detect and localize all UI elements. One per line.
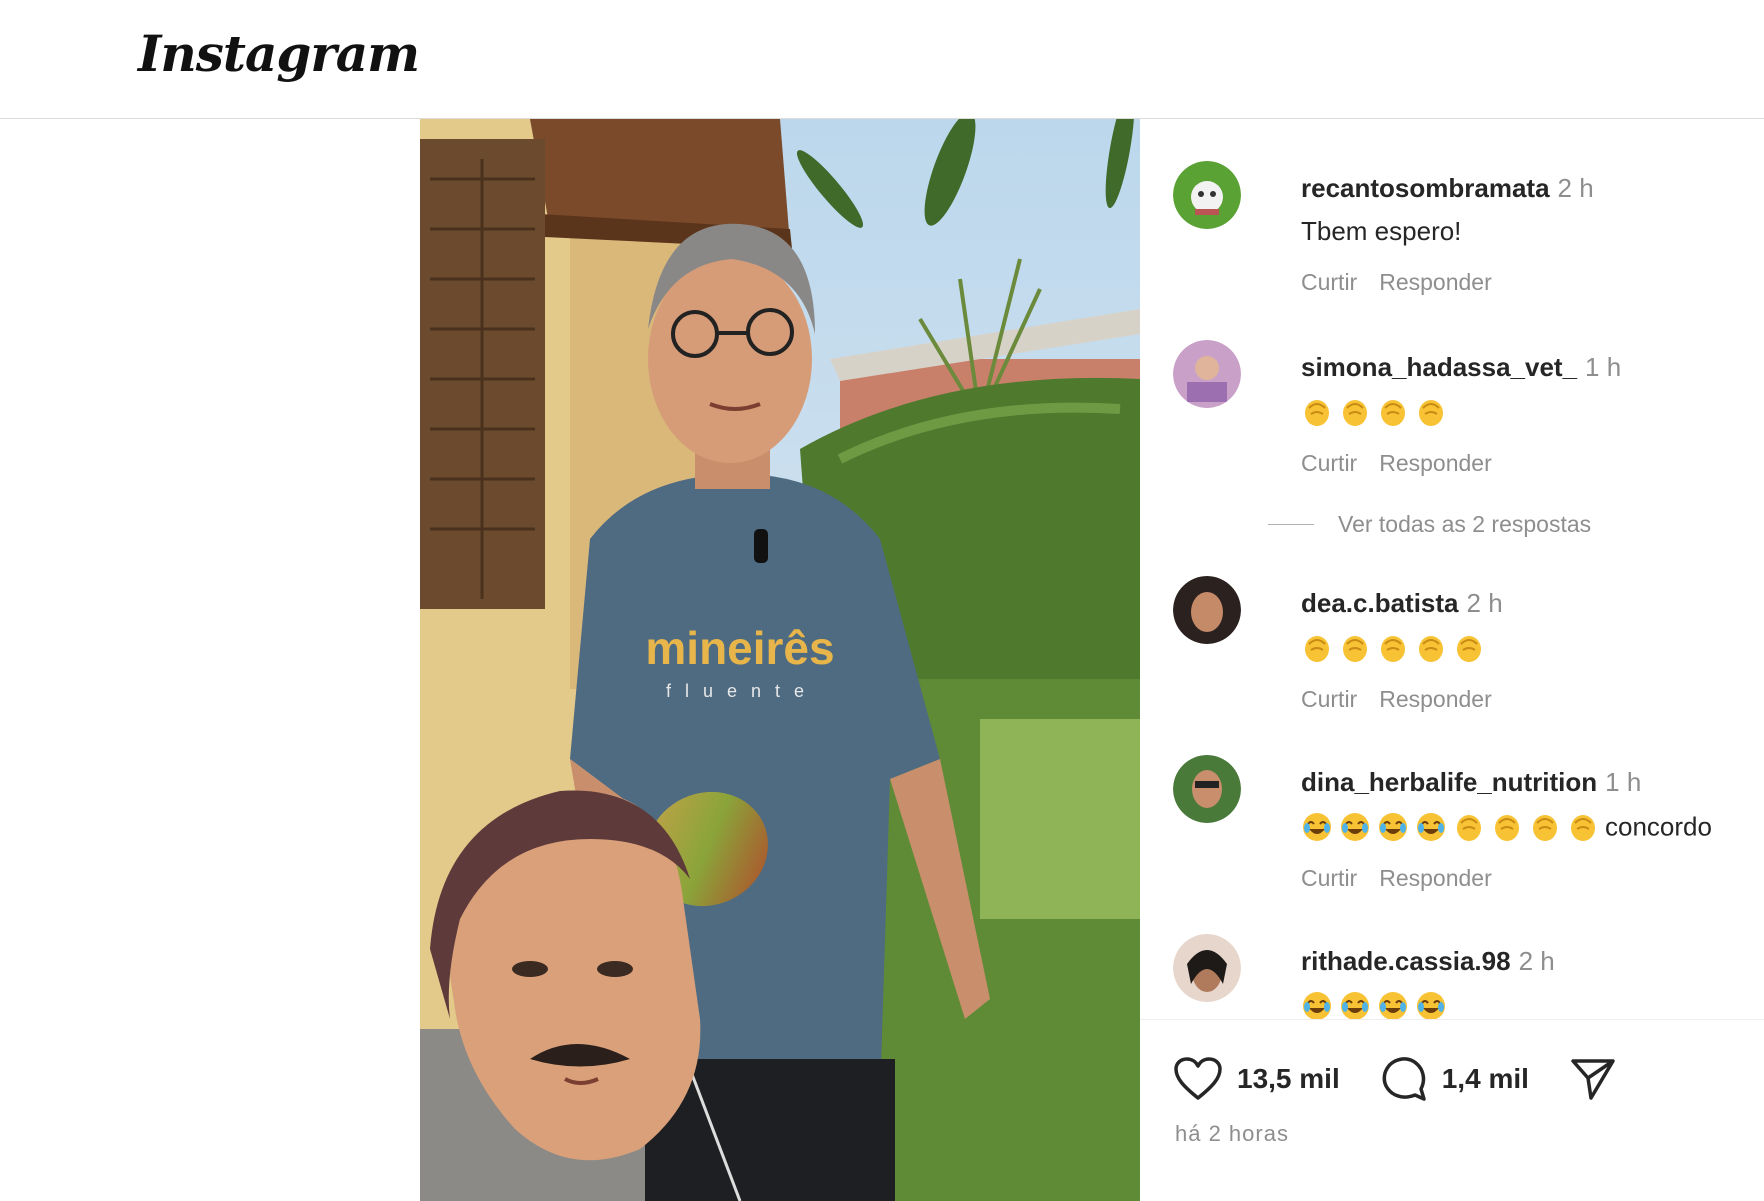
reply-button[interactable]: Responder — [1379, 269, 1492, 295]
clapping-hands-icon — [1457, 636, 1481, 663]
clapping-hands-icon — [1571, 815, 1595, 842]
reply-button[interactable]: Responder — [1379, 450, 1492, 476]
clapping-hands-icon — [1533, 815, 1557, 842]
share-icon[interactable] — [1569, 1056, 1617, 1102]
avatar[interactable] — [1173, 755, 1241, 823]
laughing-face-icon — [1303, 992, 1331, 1021]
post-action-bar: 13,5 mil 1,4 mil — [1173, 1055, 1617, 1103]
comment-time: 2 h — [1466, 588, 1503, 618]
laughing-face-icon — [1379, 813, 1407, 842]
instagram-logo[interactable]: Instagram — [138, 24, 420, 83]
laughing-face-icon — [1379, 992, 1407, 1021]
reply-button[interactable]: Responder — [1379, 865, 1492, 891]
clapping-hands-icon — [1305, 636, 1329, 663]
comment-emoji-row — [1301, 631, 1761, 664]
like-comment-button[interactable]: Curtir — [1301, 269, 1357, 295]
avatar[interactable] — [1173, 934, 1241, 1002]
clapping-hands-icon — [1343, 636, 1367, 663]
comment-time: 1 h — [1605, 767, 1642, 797]
comment-count[interactable]: 1,4 mil — [1442, 1063, 1529, 1095]
action-bar-divider — [1140, 1019, 1764, 1020]
clapping-hands-icon — [1381, 636, 1405, 663]
comment-emoji-row — [1301, 989, 1761, 1022]
post-video-frame: mineirês fluente — [420, 119, 1140, 1201]
laughing-face-icon — [1341, 992, 1369, 1021]
comment-emoji-row — [1301, 395, 1761, 428]
avatar[interactable] — [1173, 576, 1241, 644]
clapping-hands-icon — [1457, 815, 1481, 842]
clapping-hands-icon — [1343, 400, 1367, 427]
laughing-face-icon — [1303, 813, 1331, 842]
view-replies-button[interactable]: Ver todas as 2 respostas — [1268, 511, 1591, 538]
top-bar: Instagram — [0, 0, 1764, 119]
post-media[interactable]: mineirês fluente — [420, 119, 1140, 1201]
view-replies-label[interactable]: Ver todas as 2 respostas — [1338, 511, 1591, 538]
comment-time: 2 h — [1557, 173, 1594, 203]
laughing-face-icon — [1341, 813, 1369, 842]
clapping-hands-icon — [1381, 400, 1405, 427]
avatar[interactable] — [1173, 340, 1241, 408]
shirt-subtext: fluente — [666, 681, 818, 701]
laughing-face-icon — [1417, 813, 1445, 842]
avatar[interactable] — [1173, 161, 1241, 229]
reply-button[interactable]: Responder — [1379, 686, 1492, 712]
comment-username[interactable]: rithade.cassia.98 — [1301, 946, 1511, 976]
comment-time: 2 h — [1518, 946, 1555, 976]
like-count[interactable]: 13,5 mil — [1237, 1063, 1340, 1095]
comment-username[interactable]: dina_herbalife_nutrition — [1301, 767, 1597, 797]
comment-username[interactable]: simona_hadassa_vet_ — [1301, 352, 1577, 382]
clapping-hands-icon — [1419, 400, 1443, 427]
clapping-hands-icon — [1419, 636, 1443, 663]
comment-emoji-row: concordo — [1301, 810, 1761, 843]
comment-username[interactable]: recantosombramata — [1301, 173, 1550, 203]
post-timestamp: há 2 horas — [1175, 1121, 1289, 1146]
shirt-text: mineirês — [645, 622, 834, 674]
comments-panel: recantosombramata 2 h Tbem espero! Curtir… — [1140, 119, 1764, 1201]
comment-time: 1 h — [1585, 352, 1622, 382]
like-comment-button[interactable]: Curtir — [1301, 686, 1357, 712]
clapping-hands-icon — [1495, 815, 1519, 842]
comment-text: concordo — [1605, 811, 1712, 842]
clapping-hands-icon — [1305, 400, 1329, 427]
like-comment-button[interactable]: Curtir — [1301, 450, 1357, 476]
like-comment-button[interactable]: Curtir — [1301, 865, 1357, 891]
comment-text: Tbem espero! — [1301, 216, 1462, 246]
heart-icon[interactable] — [1173, 1056, 1223, 1102]
comment-icon[interactable] — [1380, 1055, 1428, 1103]
replies-divider — [1268, 524, 1314, 525]
laughing-face-icon — [1417, 992, 1445, 1021]
comment-username[interactable]: dea.c.batista — [1301, 588, 1459, 618]
